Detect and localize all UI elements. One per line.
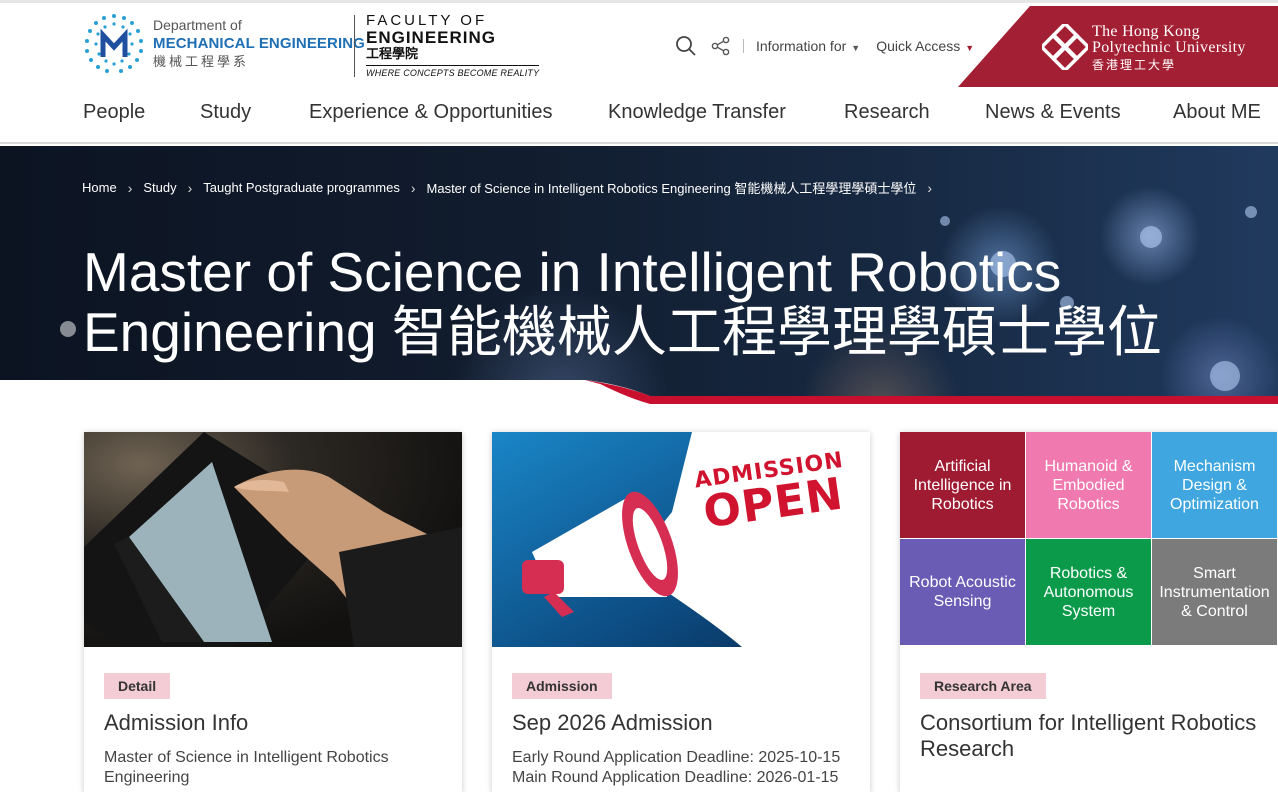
- search-icon[interactable]: [675, 35, 697, 57]
- research-tiles-grid: Artificial Intelligence in Robotics Huma…: [900, 432, 1278, 647]
- polyu-name-line-2: Polytechnic University: [1092, 39, 1246, 56]
- dept-line-3: 機械工程學系: [153, 54, 250, 69]
- utility-separator: [743, 39, 744, 53]
- main-round-deadline: Main Round Application Deadline: 2026-01…: [512, 769, 839, 786]
- nav-item-news-events[interactable]: News & Events: [985, 101, 1121, 124]
- quick-access-label: Quick Access: [876, 38, 961, 54]
- main-nav: People Study Experience & Opportunities …: [0, 84, 1278, 144]
- breadcrumb: Home › Study › Taught Postgraduate progr…: [82, 178, 943, 197]
- card-description: Early Round Application Deadline: 2025-1…: [512, 748, 852, 788]
- hero-wave-divider: [0, 380, 1278, 404]
- info-for-label: Information for: [756, 38, 847, 54]
- nav-item-knowledge-transfer[interactable]: Knowledge Transfer: [608, 101, 786, 124]
- chevron-right-icon: ›: [127, 179, 133, 196]
- dept-line-1: Department of: [153, 17, 242, 33]
- site-header: Department of MECHANICAL ENGINEERING 機械工…: [0, 0, 1278, 87]
- faculty-line-3: 工程學院: [366, 46, 419, 61]
- card-tag: Admission: [512, 673, 612, 699]
- card-tag: Detail: [104, 673, 171, 699]
- chevron-right-icon: ›: [927, 179, 933, 196]
- polyu-banner[interactable]: The Hong Kong Polytechnic University 香港理…: [958, 6, 1278, 87]
- tile-humanoid-robotics[interactable]: Humanoid & Embodied Robotics: [1026, 432, 1151, 538]
- quick-access-menu[interactable]: Quick Access ▼: [876, 38, 974, 54]
- dept-logo[interactable]: [83, 13, 145, 75]
- bokeh-light: [60, 321, 76, 337]
- nav-item-about-me[interactable]: About ME: [1173, 101, 1261, 124]
- nav-item-research[interactable]: Research: [844, 101, 930, 124]
- hero-banner: Home › Study › Taught Postgraduate progr…: [0, 146, 1278, 404]
- card-research-area[interactable]: Artificial Intelligence in Robotics Huma…: [900, 432, 1278, 792]
- breadcrumb-home[interactable]: Home: [82, 180, 117, 195]
- page-title: Master of Science in Intelligent Robotic…: [83, 241, 1162, 363]
- faculty-tagline: WHERE CONCEPTS BECOME REALITY: [366, 65, 540, 78]
- polyu-name-line-3: 香港理工大學: [1092, 58, 1177, 72]
- logo-divider: [354, 15, 355, 77]
- nav-item-study[interactable]: Study: [200, 101, 251, 124]
- breadcrumb-current[interactable]: Master of Science in Intelligent Robotic…: [427, 178, 917, 197]
- faculty-line-2: ENGINEERING: [366, 28, 497, 47]
- breadcrumb-study[interactable]: Study: [143, 180, 176, 195]
- bokeh-light: [1245, 206, 1257, 218]
- caret-down-icon: ▼: [851, 43, 861, 53]
- dept-line-2: MECHANICAL ENGINEERING: [153, 35, 365, 52]
- card-sep-2026-admission[interactable]: ADMISSION OPEN Admission Sep 2026 Admiss…: [492, 432, 870, 792]
- tablet-photo: [84, 432, 462, 647]
- chevron-right-icon: ›: [187, 179, 193, 196]
- nav-item-experience[interactable]: Experience & Opportunities: [309, 101, 552, 124]
- bokeh-light: [940, 216, 950, 226]
- tile-smart-instrumentation[interactable]: Smart Instrumentation & Control: [1152, 539, 1277, 645]
- info-for-menu[interactable]: Information for ▼: [756, 38, 860, 54]
- card-title[interactable]: Consortium for Intelligent Robotics Rese…: [920, 710, 1260, 762]
- tile-ai-robotics[interactable]: Artificial Intelligence in Robotics: [900, 432, 1025, 538]
- nav-item-people[interactable]: People: [83, 101, 145, 124]
- admission-banner: ADMISSION OPEN: [492, 432, 870, 647]
- card-description: Master of Science in Intelligent Robotic…: [104, 749, 389, 786]
- card-tag: Research Area: [920, 673, 1046, 699]
- share-icon[interactable]: [711, 36, 731, 56]
- tile-autonomous-system[interactable]: Robotics & Autonomous System: [1026, 539, 1151, 645]
- early-round-deadline: Early Round Application Deadline: 2025-1…: [512, 749, 841, 766]
- faculty-logo[interactable]: FACULTY OF ENGINEERING 工程學院 WHERE CONCEP…: [366, 12, 540, 78]
- polyu-logo: [1042, 24, 1088, 70]
- chevron-right-icon: ›: [410, 179, 416, 196]
- card-admission-info[interactable]: Detail Admission Info Master of Science …: [84, 432, 462, 792]
- tile-mechanism-design[interactable]: Mechanism Design & Optimization: [1152, 432, 1277, 538]
- breadcrumb-tpg[interactable]: Taught Postgraduate programmes: [203, 180, 400, 195]
- dept-name[interactable]: Department of MECHANICAL ENGINEERING 機械工…: [153, 18, 365, 68]
- faculty-line-1: FACULTY OF: [366, 12, 488, 29]
- card-title[interactable]: Admission Info: [104, 710, 444, 736]
- caret-down-icon: ▼: [965, 43, 975, 53]
- tile-robot-acoustic-sensing[interactable]: Robot Acoustic Sensing: [900, 539, 1025, 645]
- card-title[interactable]: Sep 2026 Admission: [512, 710, 852, 736]
- utility-bar: Information for ▼ Quick Access ▼: [675, 34, 974, 58]
